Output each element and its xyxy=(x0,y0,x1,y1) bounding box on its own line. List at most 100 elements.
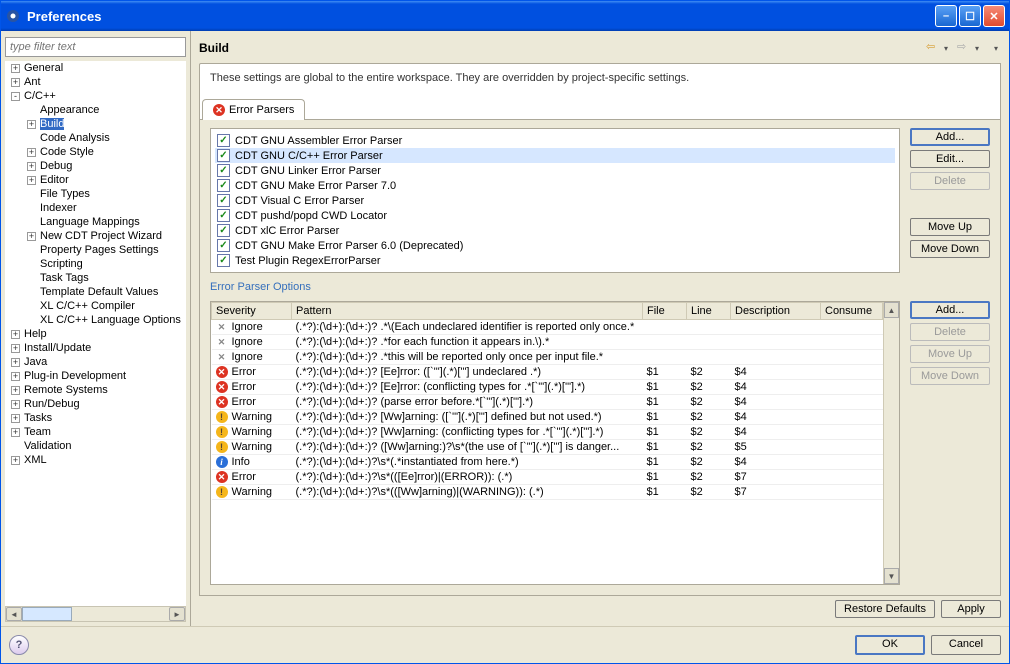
tree-item[interactable]: Template Default Values xyxy=(5,285,186,299)
tree-toggle-icon[interactable]: + xyxy=(11,386,20,395)
parsers-movedown-button[interactable]: Move Down xyxy=(910,240,990,258)
tree-toggle-icon[interactable]: + xyxy=(11,358,20,367)
parser-item[interactable]: ✓CDT GNU Assembler Error Parser xyxy=(215,133,895,148)
tree-item-label[interactable]: Build xyxy=(40,118,64,130)
col-description[interactable]: Description xyxy=(731,303,821,320)
tree-item-label[interactable]: Team xyxy=(24,426,51,438)
tree-toggle-icon[interactable]: + xyxy=(11,414,20,423)
tree-item-label[interactable]: XL C/C++ Compiler xyxy=(40,300,135,312)
col-severity[interactable]: Severity xyxy=(212,303,292,320)
tree-item-label[interactable]: Indexer xyxy=(40,202,77,214)
scroll-down-icon[interactable]: ▼ xyxy=(884,568,899,584)
grid-vscrollbar[interactable]: ▲ ▼ xyxy=(883,302,899,584)
table-row[interactable]: !Warning(.*?):(\d+):(\d+:)? ([Ww]arning:… xyxy=(212,440,883,455)
table-row[interactable]: ✕Ignore(.*?):(\d+):(\d+:)? .*this will b… xyxy=(212,350,883,365)
tree-toggle-icon[interactable]: + xyxy=(11,78,20,87)
tree-item[interactable]: +General xyxy=(5,61,186,75)
tree-item[interactable]: Code Analysis xyxy=(5,131,186,145)
tree-item-label[interactable]: General xyxy=(24,62,63,74)
tree-toggle-icon[interactable]: + xyxy=(27,120,36,129)
checkbox[interactable]: ✓ xyxy=(217,194,230,207)
checkbox[interactable]: ✓ xyxy=(217,134,230,147)
checkbox[interactable]: ✓ xyxy=(217,164,230,177)
tree-item-label[interactable]: Scripting xyxy=(40,258,83,270)
tree-item[interactable]: + New CDT Project Wizard xyxy=(5,229,186,243)
tree-item[interactable]: -C/C++ xyxy=(5,89,186,103)
tree-item[interactable]: Property Pages Settings xyxy=(5,243,186,257)
tree-item-label[interactable]: Task Tags xyxy=(40,272,89,284)
help-icon[interactable]: ? xyxy=(9,635,29,655)
tree-toggle-icon[interactable]: + xyxy=(11,372,20,381)
tree-item-label[interactable]: Editor xyxy=(40,174,69,186)
table-row[interactable]: ✕Error(.*?):(\d+):(\d+:)? [Ee]rror: ([`'… xyxy=(212,365,883,380)
tree-item[interactable]: + Build xyxy=(5,117,186,131)
tree-item[interactable]: +Tasks xyxy=(5,411,186,425)
tree-toggle-icon[interactable]: + xyxy=(11,428,20,437)
tree-item-label[interactable]: Plug-in Development xyxy=(24,370,126,382)
table-row[interactable]: ✕Error(.*?):(\d+):(\d+:)? [Ee]rror: (con… xyxy=(212,380,883,395)
col-pattern[interactable]: Pattern xyxy=(292,303,643,320)
tree-item[interactable]: Scripting xyxy=(5,257,186,271)
checkbox[interactable]: ✓ xyxy=(217,209,230,222)
parser-item[interactable]: ✓Test Plugin RegexErrorParser xyxy=(215,253,895,268)
tree-toggle-icon[interactable]: + xyxy=(27,232,36,241)
tree-toggle-icon[interactable]: + xyxy=(11,456,20,465)
checkbox[interactable]: ✓ xyxy=(217,254,230,267)
scroll-left-icon[interactable]: ◄ xyxy=(6,607,22,621)
filter-input[interactable] xyxy=(5,37,186,57)
tree-item-label[interactable]: New CDT Project Wizard xyxy=(40,230,162,242)
tree-item-label[interactable]: Code Style xyxy=(40,146,94,158)
checkbox[interactable]: ✓ xyxy=(217,149,230,162)
tree-item-label[interactable]: Remote Systems xyxy=(24,384,108,396)
close-button[interactable]: ✕ xyxy=(983,5,1005,27)
checkbox[interactable]: ✓ xyxy=(217,239,230,252)
cancel-button[interactable]: Cancel xyxy=(931,635,1001,655)
preferences-tree[interactable]: +General+Ant-C/C++Appearance+BuildCode A… xyxy=(5,61,186,606)
tree-item[interactable]: +Code Style xyxy=(5,145,186,159)
table-row[interactable]: ✕Error(.*?):(\d+):(\d+:)?\s*(([Ee]rror)|… xyxy=(212,470,883,485)
tree-item[interactable]: + Team xyxy=(5,425,186,439)
minimize-button[interactable]: – xyxy=(935,5,957,27)
tree-item-label[interactable]: Help xyxy=(24,328,47,340)
options-grid[interactable]: Severity Pattern File Line Description C… xyxy=(210,301,900,585)
tree-item-label[interactable]: Run/Debug xyxy=(24,398,80,410)
table-row[interactable]: ✕Error(.*?):(\d+):(\d+:)? (parse error b… xyxy=(212,395,883,410)
tree-item-label[interactable]: Debug xyxy=(40,160,72,172)
parsers-edit-button[interactable]: Edit... xyxy=(910,150,990,168)
parser-item[interactable]: ✓CDT GNU Linker Error Parser xyxy=(215,163,895,178)
col-line[interactable]: Line xyxy=(687,303,731,320)
page-menu-icon[interactable]: ▾ xyxy=(994,44,1001,53)
parser-item[interactable]: ✓CDT GNU C/C++ Error Parser xyxy=(215,148,895,163)
tree-item[interactable]: + Remote Systems xyxy=(5,383,186,397)
tree-item[interactable]: Indexer xyxy=(5,201,186,215)
restore-defaults-button[interactable]: Restore Defaults xyxy=(835,600,935,618)
parser-item[interactable]: ✓CDT Visual C Error Parser xyxy=(215,193,895,208)
tree-item-label[interactable]: Template Default Values xyxy=(40,286,158,298)
tree-toggle-icon[interactable]: + xyxy=(11,344,20,353)
tree-item[interactable]: XL C/C++ Language Options xyxy=(5,313,186,327)
tree-item-label[interactable]: Language Mappings xyxy=(40,216,140,228)
tree-item-label[interactable]: C/C++ xyxy=(24,90,56,102)
table-row[interactable]: ✕Ignore(.*?):(\d+):(\d+:)? .*for each fu… xyxy=(212,335,883,350)
tree-item[interactable]: XL C/C++ Compiler xyxy=(5,299,186,313)
opts-add-button[interactable]: Add... xyxy=(910,301,990,319)
tree-item[interactable]: + Install/Update xyxy=(5,341,186,355)
table-row[interactable]: !Warning(.*?):(\d+):(\d+:)? [Ww]arning: … xyxy=(212,410,883,425)
parsers-add-button[interactable]: Add... xyxy=(910,128,990,146)
forward-dropdown-icon[interactable]: ▾ xyxy=(975,44,982,53)
col-file[interactable]: File xyxy=(643,303,687,320)
tree-item[interactable]: Task Tags xyxy=(5,271,186,285)
tree-item-label[interactable]: XML xyxy=(24,454,47,466)
tree-item[interactable]: Language Mappings xyxy=(5,215,186,229)
apply-button[interactable]: Apply xyxy=(941,600,1001,618)
tree-toggle-icon[interactable]: + xyxy=(27,176,36,185)
tree-item-label[interactable]: Property Pages Settings xyxy=(40,244,159,256)
tree-item[interactable]: File Types xyxy=(5,187,186,201)
tree-toggle-icon[interactable]: - xyxy=(11,92,20,101)
tree-item[interactable]: + XML xyxy=(5,453,186,467)
checkbox[interactable]: ✓ xyxy=(217,179,230,192)
tree-item-label[interactable]: Install/Update xyxy=(24,342,91,354)
tree-item-label[interactable]: XL C/C++ Language Options xyxy=(40,314,181,326)
tree-toggle-icon[interactable]: + xyxy=(27,162,36,171)
parser-item[interactable]: ✓CDT xlC Error Parser xyxy=(215,223,895,238)
